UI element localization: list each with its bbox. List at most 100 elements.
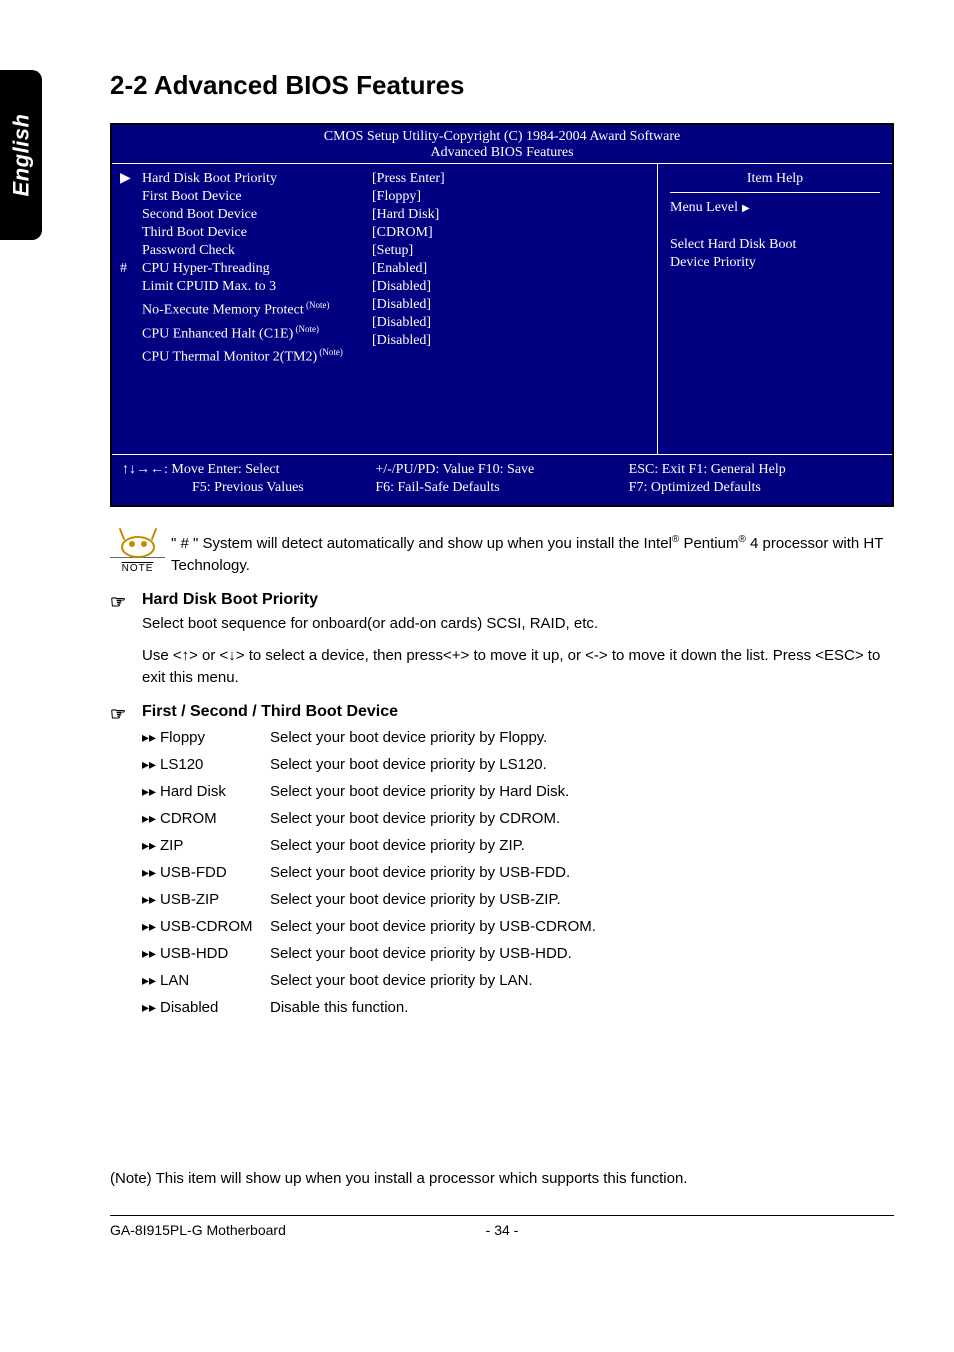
option-name: LAN <box>160 969 270 993</box>
option-row: ▸▸USB-ZIPSelect your boot device priorit… <box>142 887 894 912</box>
option-marker-icon: ▸▸ <box>142 806 160 830</box>
option-desc: Select your boot device priority by ZIP. <box>270 834 894 858</box>
section-heading: ☞First / Second / Third Boot Device <box>110 703 894 721</box>
option-row: ▸▸USB-HDDSelect your boot device priorit… <box>142 941 894 966</box>
bios-item-marker <box>120 296 142 314</box>
doc-section: ☞First / Second / Third Boot Device▸▸Flo… <box>110 703 894 1020</box>
option-name: USB-HDD <box>160 942 270 966</box>
footnote: (Note) This item will show up when you i… <box>110 1170 894 1187</box>
language-tab-label: English <box>8 114 34 197</box>
option-row: ▸▸USB-CDROMSelect your boot device prior… <box>142 914 894 939</box>
option-marker-icon: ▸▸ <box>142 995 160 1019</box>
option-marker-icon: ▸▸ <box>142 968 160 992</box>
option-marker-icon: ▸▸ <box>142 914 160 938</box>
bios-left: ▶ # Hard Disk Boot PriorityFirst Boot De… <box>112 164 657 454</box>
option-name: USB-CDROM <box>160 915 270 939</box>
hand-icon: ☞ <box>110 704 126 725</box>
doc-section: ☞Hard Disk Boot PrioritySelect boot sequ… <box>110 591 894 689</box>
option-desc: Select your boot device priority by LS12… <box>270 753 894 777</box>
bios-values: [Press Enter][Floppy][Hard Disk][CDROM][… <box>372 170 649 448</box>
bios-footer-text: ↑↓→←: Move Enter: Select <box>122 461 375 479</box>
option-name: CDROM <box>160 807 270 831</box>
bios-item-label: Hard Disk Boot Priority <box>142 170 372 188</box>
option-row: ▸▸LS120Select your boot device priority … <box>142 752 894 777</box>
footer-left: GA-8I915PL-G Motherboard <box>110 1222 371 1238</box>
hand-icon: ☞ <box>110 592 126 613</box>
bios-footer-text: F7: Optimized Defaults <box>629 479 882 497</box>
option-name: LS120 <box>160 753 270 777</box>
footer-page: - 34 - <box>371 1222 632 1238</box>
bios-item-marker <box>120 242 142 260</box>
option-row: ▸▸FloppySelect your boot device priority… <box>142 725 894 750</box>
bios-markers: ▶ # <box>120 170 142 448</box>
bios-footer-col: +/-/PU/PD: Value F10: Save F6: Fail-Safe… <box>375 461 628 497</box>
option-row: ▸▸DisabledDisable this function. <box>142 995 894 1020</box>
bios-item-value: [Disabled] <box>372 314 649 332</box>
bios-body: ▶ # Hard Disk Boot PriorityFirst Boot De… <box>112 163 892 455</box>
bios-item-label: Second Boot Device <box>142 206 372 224</box>
section-body: Select boot sequence for onboard(or add-… <box>110 613 894 689</box>
bios-item-marker <box>120 278 142 296</box>
bios-item-label: First Boot Device <box>142 188 372 206</box>
option-name: Hard Disk <box>160 780 270 804</box>
bios-item-marker <box>120 314 142 332</box>
bios-item-label: Password Check <box>142 242 372 260</box>
section-heading: ☞Hard Disk Boot Priority <box>110 591 894 609</box>
note-label: NOTE <box>122 563 154 574</box>
option-desc: Select your boot device priority by Hard… <box>270 780 894 804</box>
page-content: 2-2 Advanced BIOS Features CMOS Setup Ut… <box>0 0 954 1278</box>
sections: ☞Hard Disk Boot PrioritySelect boot sequ… <box>110 591 894 1020</box>
bios-footer-text: F6: Fail-Safe Defaults <box>375 479 628 497</box>
bios-item-value: [Hard Disk] <box>372 206 649 224</box>
option-marker-icon: ▸▸ <box>142 752 160 776</box>
bios-panel: CMOS Setup Utility-Copyright (C) 1984-20… <box>110 123 894 507</box>
option-row: ▸▸ZIPSelect your boot device priority by… <box>142 833 894 858</box>
bios-item-value: [Disabled] <box>372 278 649 296</box>
option-marker-icon: ▸▸ <box>142 833 160 857</box>
bios-item-label: Third Boot Device <box>142 224 372 242</box>
bios-item-marker <box>120 188 142 206</box>
bios-item-marker: # <box>120 260 142 278</box>
option-marker-icon: ▸▸ <box>142 887 160 911</box>
option-desc: Select your boot device priority by Flop… <box>270 726 894 750</box>
bios-header-line: CMOS Setup Utility-Copyright (C) 1984-20… <box>324 129 680 144</box>
bios-footer-text: ESC: Exit F1: General Help <box>629 461 882 479</box>
bios-help: Item Help Menu Level Select Hard Disk Bo… <box>657 164 892 454</box>
option-desc: Select your boot device priority by LAN. <box>270 969 894 993</box>
note-block: NOTE " # " System will detect automatica… <box>110 525 894 577</box>
language-tab: English <box>0 70 42 240</box>
option-desc: Select your boot device priority by USB-… <box>270 888 894 912</box>
option-desc: Select your boot device priority by CDRO… <box>270 807 894 831</box>
bios-footer-col: ESC: Exit F1: General Help F7: Optimized… <box>629 461 882 497</box>
option-desc: Disable this function. <box>270 996 894 1020</box>
bios-item-value: [CDROM] <box>372 224 649 242</box>
option-row: ▸▸USB-FDDSelect your boot device priorit… <box>142 860 894 885</box>
bios-header: CMOS Setup Utility-Copyright (C) 1984-20… <box>112 125 892 163</box>
option-name: ZIP <box>160 834 270 858</box>
page-footer: GA-8I915PL-G Motherboard - 34 - <box>110 1215 894 1238</box>
bios-item-value: [Disabled] <box>372 332 649 350</box>
option-name: USB-FDD <box>160 861 270 885</box>
option-desc: Select your boot device priority by USB-… <box>270 942 894 966</box>
section-heading-text: First / Second / Third Boot Device <box>142 703 398 720</box>
section-heading-text: Hard Disk Boot Priority <box>142 591 318 608</box>
bios-help-line: Select Hard Disk Boot <box>670 236 880 254</box>
option-marker-icon: ▸▸ <box>142 779 160 803</box>
section-paragraph: Use <↑> or <↓> to select a device, then … <box>142 645 894 689</box>
note-icon: NOTE <box>110 525 165 576</box>
bios-item-value: [Enabled] <box>372 260 649 278</box>
bios-item-label: CPU Hyper-Threading <box>142 260 372 278</box>
option-row: ▸▸LANSelect your boot device priority by… <box>142 968 894 993</box>
option-name: Floppy <box>160 726 270 750</box>
option-marker-icon: ▸▸ <box>142 725 160 749</box>
bios-footer: ↑↓→←: Move Enter: Select F5: Previous Va… <box>112 455 892 505</box>
bios-footer-text: F5: Previous Values <box>122 479 375 497</box>
bios-item-marker <box>120 332 142 350</box>
bios-item-marker <box>120 206 142 224</box>
option-name: USB-ZIP <box>160 888 270 912</box>
bios-item-label: CPU Thermal Monitor 2(TM2) (Note) <box>142 343 372 367</box>
bios-subtitle: Advanced BIOS Features <box>112 145 892 161</box>
bios-footer-col: ↑↓→←: Move Enter: Select F5: Previous Va… <box>122 461 375 497</box>
bios-item-value: [Disabled] <box>372 296 649 314</box>
bios-item-value: [Floppy] <box>372 188 649 206</box>
